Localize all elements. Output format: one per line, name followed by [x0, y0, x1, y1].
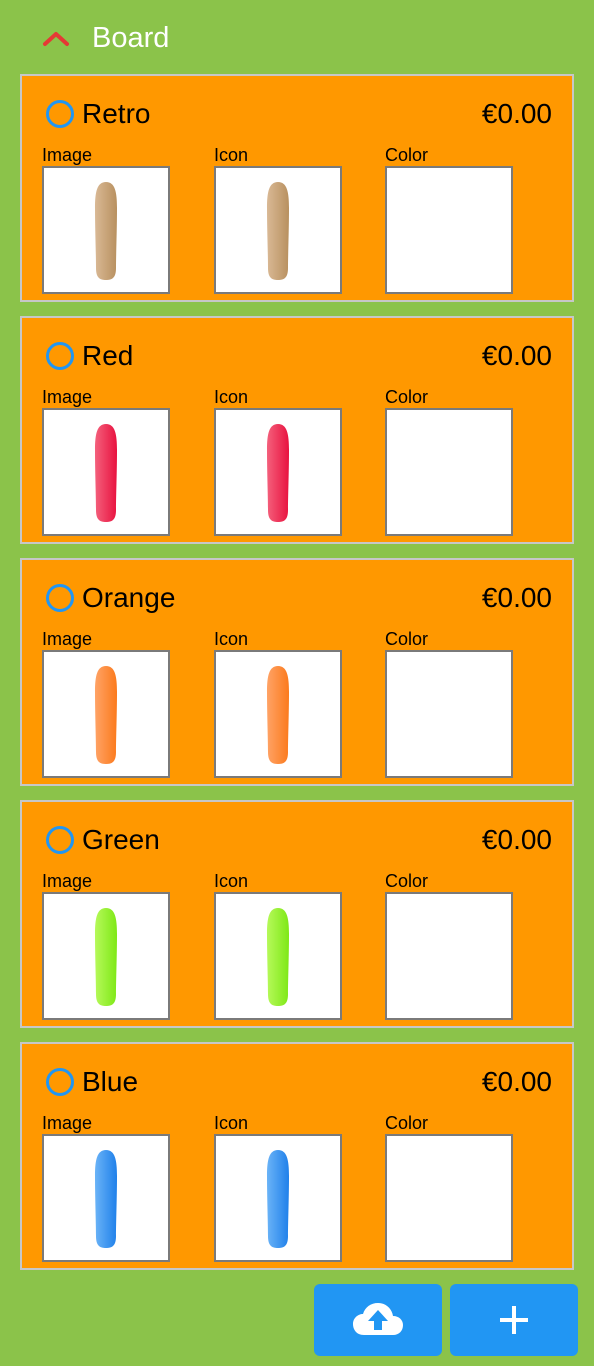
add-button[interactable] [450, 1284, 578, 1356]
color-label: Color [385, 1113, 429, 1133]
option-radio[interactable] [46, 342, 74, 370]
icon-tile[interactable] [214, 1134, 342, 1262]
image-label: Image [42, 1113, 93, 1133]
icon-label: Icon [214, 1113, 249, 1133]
color-tile[interactable] [385, 1134, 513, 1262]
image-label: Image [42, 387, 93, 407]
option-card: Red €0.00 Image Icon Color [20, 316, 574, 544]
option-name: Orange [82, 582, 176, 613]
icon-tile[interactable] [214, 892, 342, 1020]
option-radio[interactable] [46, 1068, 74, 1096]
option-card: Blue €0.00 Image Icon Color [20, 1042, 574, 1270]
color-label: Color [385, 387, 429, 407]
option-card: Green €0.00 Image Icon Color [20, 800, 574, 1028]
option-name: Retro [82, 98, 151, 129]
option-name: Red [82, 340, 134, 371]
icon-tile[interactable] [214, 650, 342, 778]
image-label: Image [42, 145, 93, 165]
color-tile[interactable] [385, 892, 513, 1020]
icon-label: Icon [214, 871, 249, 891]
image-tile[interactable] [42, 1134, 170, 1262]
option-price: €0.00 [481, 582, 552, 613]
upload-button[interactable] [314, 1284, 442, 1356]
option-radio[interactable] [46, 584, 74, 612]
image-label: Image [42, 629, 93, 649]
option-price: €0.00 [481, 824, 552, 855]
icon-tile[interactable] [214, 166, 342, 294]
color-tile[interactable] [385, 166, 513, 294]
color-tile[interactable] [385, 650, 513, 778]
section-header: Board [0, 0, 594, 74]
option-radio[interactable] [46, 826, 74, 854]
icon-label: Icon [214, 387, 249, 407]
image-tile[interactable] [42, 892, 170, 1020]
option-radio[interactable] [46, 100, 74, 128]
option-price: €0.00 [481, 98, 552, 129]
option-card: Orange €0.00 Image Icon Color [20, 558, 574, 786]
image-tile[interactable] [42, 166, 170, 294]
plus-icon [500, 1306, 528, 1334]
option-price: €0.00 [481, 1066, 552, 1097]
icon-tile[interactable] [214, 408, 342, 536]
color-tile[interactable] [385, 408, 513, 536]
color-label: Color [385, 629, 429, 649]
color-label: Color [385, 871, 429, 891]
image-tile[interactable] [42, 408, 170, 536]
icon-label: Icon [214, 629, 249, 649]
icon-label: Icon [214, 145, 249, 165]
option-card: Retro €0.00 Image Icon Color [20, 74, 574, 302]
chevron-up-icon[interactable] [40, 24, 72, 52]
section-title: Board [92, 22, 170, 54]
option-name: Blue [82, 1066, 139, 1097]
color-label: Color [385, 145, 429, 165]
cloud-upload-icon [353, 1303, 403, 1335]
image-label: Image [42, 871, 93, 891]
option-price: €0.00 [481, 340, 552, 371]
option-name: Green [82, 824, 160, 855]
image-tile[interactable] [42, 650, 170, 778]
